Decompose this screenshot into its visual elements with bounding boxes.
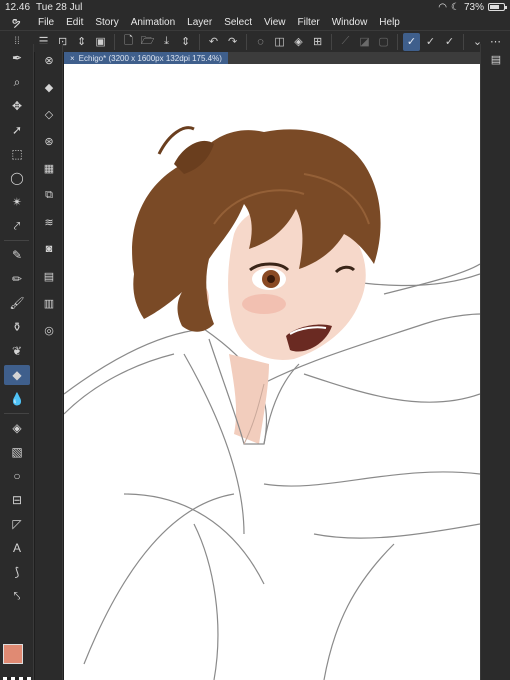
snap-icon[interactable]: ⟋: [337, 33, 354, 51]
moon-icon: ☾: [451, 1, 460, 13]
menu-story[interactable]: Story: [89, 17, 124, 28]
layers-icon[interactable]: ≋: [38, 211, 60, 233]
pen-icon[interactable]: ✎: [4, 245, 30, 265]
stabilization-2-icon[interactable]: ✓: [422, 33, 439, 51]
status-time: 12.46: [5, 1, 31, 13]
menu-help[interactable]: Help: [373, 17, 406, 28]
eraser-soft-icon[interactable]: ◇: [38, 103, 60, 125]
menu-select[interactable]: Select: [218, 17, 258, 28]
document-tab[interactable]: × Echigo* (3200 x 1600px 132dpi 175.4%): [64, 52, 228, 64]
eraser-vector-icon[interactable]: ⊛: [38, 130, 60, 152]
gallery-icon[interactable]: ▣: [92, 33, 109, 51]
divider: [246, 33, 247, 50]
fill-icon[interactable]: ◈: [4, 418, 30, 438]
snap-grid-icon[interactable]: ▢: [375, 33, 392, 51]
save-icon[interactable]: ⤓: [158, 33, 175, 51]
correct-line-icon[interactable]: ⤣: [4, 586, 30, 606]
undo-icon[interactable]: ↶: [205, 33, 222, 51]
artwork: [64, 126, 480, 680]
divider: [463, 33, 464, 50]
eyedropper-icon[interactable]: ⤤: [4, 216, 30, 236]
move-icon[interactable]: ✥: [4, 96, 30, 116]
operation-icon[interactable]: ➚: [4, 120, 30, 140]
brush-icon[interactable]: 🖌: [4, 293, 30, 313]
divider: [397, 33, 398, 50]
selection-icon[interactable]: ⬚: [4, 144, 30, 164]
menu-window[interactable]: Window: [326, 17, 374, 28]
tool-palette: ✒ ⌕ ✥ ➚ ⬚ ◯ ✴ ⤤ ✎ ✏ 🖌 ⚱ ❦ ◆ 💧 ◈ ▧ ○ ⊟ ◸ …: [0, 44, 34, 680]
command-bar: ⁞⁞ ☰ ⊡ ⇕ ▣ 🗋 🗁 ⤓ ⇕ ↶ ↷ ◌ ◫ ◈ ⊞ ⟋ ◪ ▢ ✓ ✓…: [0, 30, 510, 52]
snap-ruler-icon[interactable]: ◪: [356, 33, 373, 51]
camera-icon[interactable]: ◙: [38, 238, 60, 260]
lasso-icon[interactable]: ◯: [4, 168, 30, 188]
wifi-icon: ◠: [438, 1, 448, 13]
battery-icon: [488, 3, 507, 11]
divider: [4, 413, 29, 414]
menu-bar: ຯ File Edit Story Animation Layer Select…: [0, 14, 510, 30]
eraser-hard-icon[interactable]: ◆: [38, 76, 60, 98]
timeline-icon[interactable]: ▥: [38, 292, 60, 314]
right-panel-strip: ▤: [480, 44, 510, 680]
magic-wand-icon[interactable]: ✴: [4, 192, 30, 212]
pen-nib-icon[interactable]: ✒: [4, 48, 30, 68]
crop-icon[interactable]: ⊞: [309, 33, 326, 51]
app-logo-icon[interactable]: ຯ: [0, 15, 32, 29]
menu-view[interactable]: View: [258, 17, 292, 28]
panel-menu-icon[interactable]: ▤: [485, 50, 507, 68]
divider: [4, 240, 29, 241]
material-icon[interactable]: ▤: [38, 265, 60, 287]
gradient-icon[interactable]: ▧: [4, 442, 30, 462]
color-swatches: [3, 644, 31, 680]
balloon-icon[interactable]: ⟆: [4, 562, 30, 582]
text-icon[interactable]: A: [4, 538, 30, 558]
menu-file[interactable]: File: [32, 17, 60, 28]
menu-edit[interactable]: Edit: [60, 17, 89, 28]
eraser-icon[interactable]: ◆: [4, 365, 30, 385]
up-down-arrows-icon[interactable]: ⇕: [73, 33, 90, 51]
main-color-swatch[interactable]: [3, 644, 23, 664]
airbrush-icon[interactable]: ⚱: [4, 317, 30, 337]
stabilization-3-icon[interactable]: ✓: [441, 33, 458, 51]
menu-animation[interactable]: Animation: [125, 17, 181, 28]
fill-selection-icon[interactable]: ◈: [290, 33, 307, 51]
status-date: Tue 28 Jul: [36, 1, 83, 13]
canvas-area[interactable]: × Echigo* (3200 x 1600px 132dpi 175.4%): [64, 52, 480, 680]
layer-property-icon[interactable]: ▦: [38, 157, 60, 179]
figure-icon[interactable]: ○: [4, 466, 30, 486]
divider: [199, 33, 201, 50]
zoom-icon[interactable]: ⌕: [4, 72, 30, 92]
redo-icon[interactable]: ↷: [224, 33, 241, 51]
decoration-icon[interactable]: ❦: [4, 341, 30, 361]
divider: [331, 33, 332, 50]
blend-icon[interactable]: 💧: [4, 389, 30, 409]
new-file-icon[interactable]: 🗋: [120, 33, 137, 51]
divider: [114, 33, 116, 50]
close-tab-icon[interactable]: ×: [70, 54, 75, 63]
open-folder-icon[interactable]: 🗁: [139, 33, 156, 51]
layer-stack-icon[interactable]: ⧉: [38, 184, 60, 206]
ruler-icon[interactable]: ◸: [4, 514, 30, 534]
invert-selection-icon[interactable]: ◫: [271, 33, 288, 51]
navigator-icon[interactable]: ⊗: [38, 49, 60, 71]
status-right: ◠ ☾ 73%: [438, 1, 507, 13]
drawing-canvas[interactable]: [64, 64, 480, 680]
up-down-arrows-2-icon[interactable]: ⇕: [177, 33, 194, 51]
pencil-icon[interactable]: ✏: [4, 269, 30, 289]
stabilization-icon[interactable]: ✓: [402, 32, 420, 51]
sub-tool-palette: ⊗ ◆ ◇ ⊛ ▦ ⧉ ≋ ◙ ▤ ▥ ◎: [35, 44, 63, 680]
history-icon[interactable]: ◎: [38, 319, 60, 341]
status-bar: 12.46 Tue 28 Jul ◠ ☾ 73%: [0, 0, 510, 14]
menu-filter[interactable]: Filter: [291, 17, 325, 28]
deselect-icon[interactable]: ◌: [252, 33, 269, 51]
battery-percent: 73%: [463, 1, 484, 13]
menu-layer[interactable]: Layer: [181, 17, 218, 28]
document-tab-label: Echigo* (3200 x 1600px 132dpi 175.4%): [78, 53, 222, 63]
frame-icon[interactable]: ⊟: [4, 490, 30, 510]
